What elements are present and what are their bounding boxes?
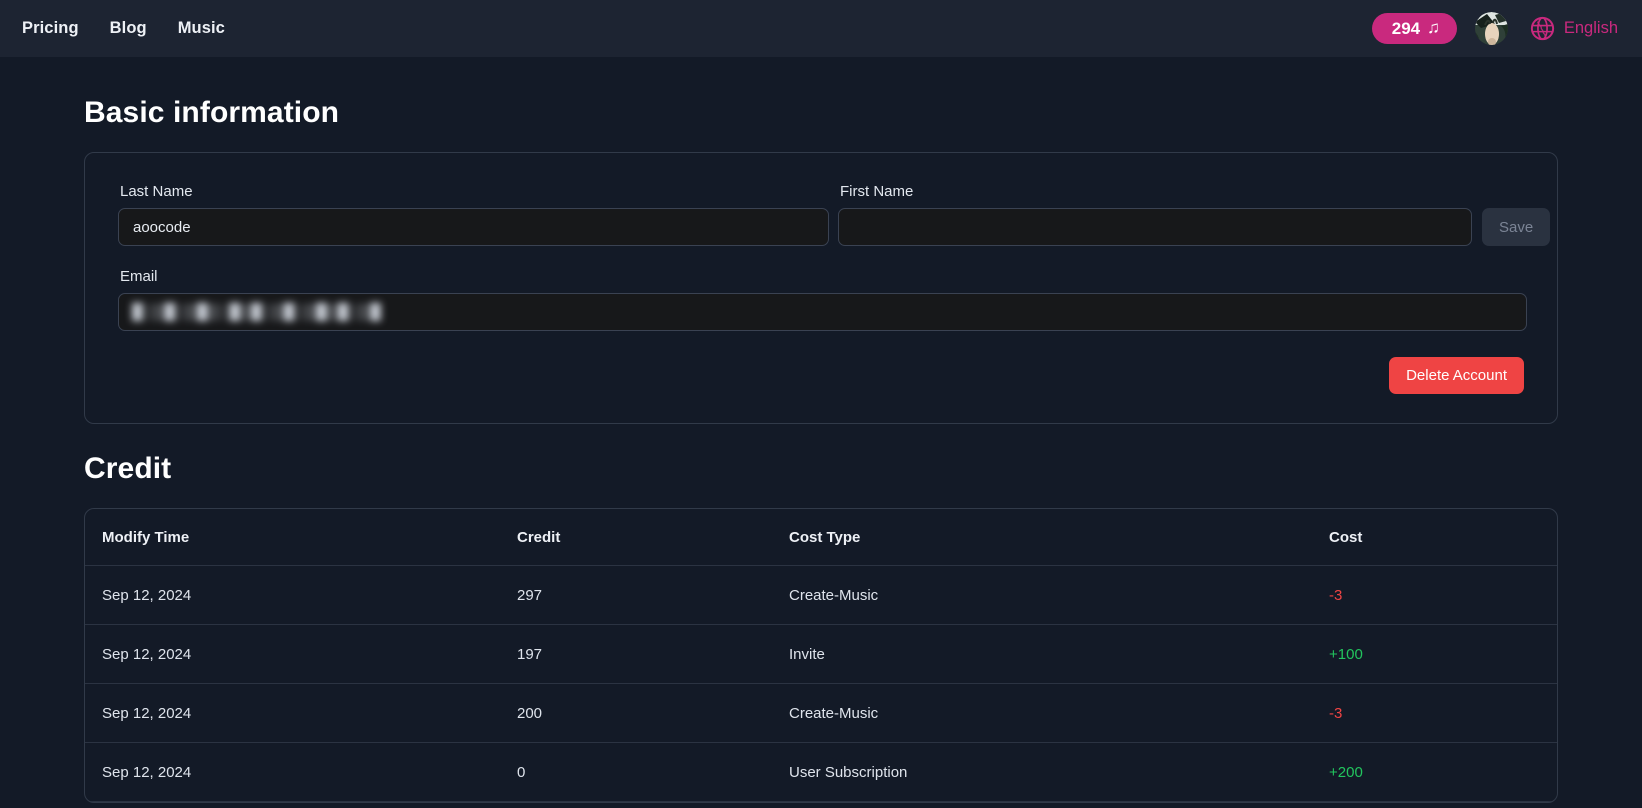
column-header-cost: Cost	[1329, 509, 1557, 566]
first-name-field-group: First Name	[838, 183, 1472, 246]
globe-icon	[1530, 16, 1554, 41]
table-row: Sep 12, 2024 0 User Subscription +200	[85, 742, 1557, 802]
cell-time: Sep 12, 2024	[85, 683, 517, 743]
credit-balance-value: 294	[1391, 19, 1421, 38]
cell-credit: 297	[517, 565, 789, 625]
user-avatar-image	[1474, 12, 1508, 45]
save-button[interactable]: Save	[1482, 208, 1550, 246]
cell-credit: 197	[517, 624, 789, 684]
table-header-row: Modify Time Credit Cost Type Cost	[85, 509, 1557, 566]
cell-type: Create-Music	[789, 565, 1329, 625]
cell-cost: +200	[1329, 742, 1557, 802]
email-input-wrapper: █░▒█░▒█▒░█▒█░▒█░▒█▒█░▒█	[118, 293, 1527, 331]
table-row: Sep 12, 2024 197 Invite +100	[85, 624, 1557, 684]
cell-cost: -3	[1329, 683, 1557, 743]
page-title-basic-information: Basic information	[84, 96, 340, 129]
topbar-right-cluster: 294 ♫ English	[1371, 12, 1618, 45]
table-head: Modify Time Credit Cost Type Cost	[85, 509, 1557, 566]
last-name-field-group: Last Name	[118, 183, 829, 246]
cell-type: Invite	[789, 624, 1329, 684]
music-note-icon: ♫	[1427, 18, 1440, 37]
table-row: Sep 12, 2024 200 Create-Music -3	[85, 683, 1557, 743]
credit-balance-badge[interactable]: 294 ♫	[1371, 13, 1457, 44]
last-name-label: Last Name	[120, 183, 193, 200]
delete-account-button[interactable]: Delete Account	[1389, 357, 1524, 394]
column-header-cost-type: Cost Type	[789, 509, 1329, 566]
basic-information-card: Last Name First Name Save Email █░▒█░▒█▒…	[84, 152, 1558, 424]
credit-history-table: Modify Time Credit Cost Type Cost Sep 12…	[85, 509, 1557, 802]
cell-cost: -3	[1329, 565, 1557, 625]
primary-nav: Pricing Blog Music	[14, 19, 225, 38]
top-navigation-bar: Pricing Blog Music 294 ♫ English	[0, 0, 1642, 57]
last-name-input[interactable]	[118, 208, 829, 246]
cell-time: Sep 12, 2024	[85, 742, 517, 802]
first-name-input[interactable]	[838, 208, 1472, 246]
cell-type: User Subscription	[789, 742, 1329, 802]
card-actions: Delete Account	[118, 357, 1524, 394]
language-switcher[interactable]: English	[1530, 16, 1618, 41]
cell-cost: +100	[1329, 624, 1557, 684]
column-header-modify-time: Modify Time	[85, 509, 517, 566]
cell-credit: 200	[517, 683, 789, 743]
nav-link-pricing[interactable]: Pricing	[22, 19, 79, 38]
email-label: Email	[120, 268, 158, 285]
cell-time: Sep 12, 2024	[85, 565, 517, 625]
cell-credit: 0	[517, 742, 789, 802]
email-input[interactable]	[118, 293, 1527, 331]
cell-type: Create-Music	[789, 683, 1329, 743]
nav-link-blog[interactable]: Blog	[110, 19, 147, 38]
column-header-credit: Credit	[517, 509, 789, 566]
language-label: English	[1563, 19, 1618, 37]
page-content: Basic information Last Name First Name S…	[0, 96, 1642, 803]
email-field-group: Email █░▒█░▒█▒░█▒█░▒█░▒█▒█░▒█	[118, 268, 1527, 331]
first-name-label: First Name	[840, 183, 914, 200]
name-fields-row: Last Name First Name Save	[118, 183, 1550, 246]
page-title-credit: Credit	[84, 452, 172, 485]
table-body: Sep 12, 2024 297 Create-Music -3 Sep 12, 202…	[85, 565, 1557, 802]
nav-link-music[interactable]: Music	[178, 19, 225, 38]
table-row: Sep 12, 2024 297 Create-Music -3	[85, 565, 1557, 625]
credit-history-table-wrapper: Modify Time Credit Cost Type Cost Sep 12…	[84, 508, 1558, 803]
avatar[interactable]	[1474, 12, 1508, 45]
cell-time: Sep 12, 2024	[85, 624, 517, 684]
